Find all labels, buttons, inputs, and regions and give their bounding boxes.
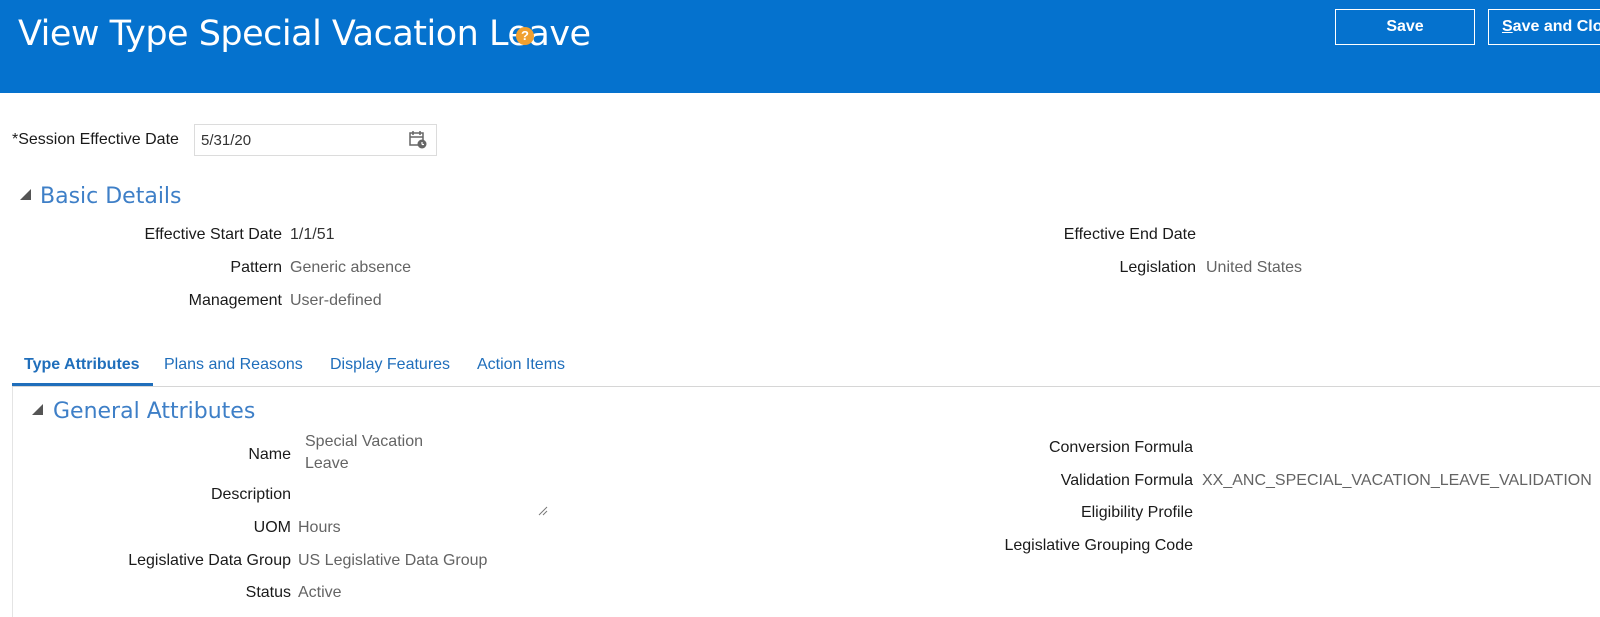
effective-end-date-label: Effective End Date (1063, 226, 1196, 243)
legislation-label: Legislation (1119, 259, 1197, 276)
collapse-triangle-icon[interactable] (32, 404, 43, 416)
description-label: Description (210, 486, 291, 503)
effective-start-date-value: 1/1/51 (290, 226, 335, 243)
tab-plans-and-reasons[interactable]: Plans and Reasons (164, 356, 303, 374)
eligibility-profile-label: Eligibility Profile (1080, 504, 1193, 521)
legislative-data-group-label: Legislative Data Group (128, 552, 291, 569)
session-effective-date-field[interactable] (194, 124, 437, 156)
collapse-triangle-icon[interactable] (20, 189, 31, 201)
pattern-label: Pattern (230, 259, 282, 276)
management-label: Management (188, 292, 282, 309)
pattern-value: Generic absence (290, 259, 411, 276)
calendar-icon[interactable] (408, 130, 428, 150)
active-tab-indicator (12, 383, 153, 386)
validation-formula-label: Validation Formula (1060, 472, 1193, 489)
description-textarea[interactable] (300, 490, 552, 520)
tab-display-features[interactable]: Display Features (330, 356, 450, 374)
general-attributes-title: General Attributes (53, 399, 256, 424)
save-and-close-button[interactable]: Save and Close (1488, 9, 1600, 45)
legislative-data-group-value: US Legislative Data Group (298, 552, 488, 569)
save-button[interactable]: Save (1335, 9, 1475, 45)
management-value: User-defined (290, 292, 382, 309)
basic-details-title: Basic Details (40, 184, 182, 209)
name-label: Name (248, 446, 291, 463)
legislative-grouping-code-label: Legislative Grouping Code (1004, 537, 1193, 554)
validation-formula-value: XX_ANC_SPECIAL_VACATION_LEAVE_VALIDATION (1202, 472, 1592, 489)
page-title: View Type Special Vacation Leave (18, 14, 591, 54)
legislation-value: United States (1206, 259, 1303, 276)
resize-grip-icon[interactable] (538, 506, 548, 516)
basic-details-toggle[interactable] (20, 186, 31, 204)
tab-type-attributes[interactable]: Type Attributes (24, 356, 140, 374)
name-value-line1: Special Vacation (305, 433, 423, 450)
session-effective-date-text: Session Effective Date (18, 131, 179, 148)
save-close-label: ave and Close (1512, 18, 1600, 35)
page-header: View Type Special Vacation Leave ? Save … (0, 0, 1600, 93)
conversion-formula-label: Conversion Formula (1048, 439, 1193, 456)
tab-action-items[interactable]: Action Items (477, 356, 565, 374)
name-value-line2: Leave (305, 455, 349, 472)
general-attributes-toggle[interactable] (32, 401, 43, 419)
tab-bar: Type Attributes Plans and Reasons Displa… (12, 348, 1600, 387)
effective-start-date-label: Effective Start Date (144, 226, 282, 243)
question-mark-icon[interactable]: ? (516, 27, 534, 45)
session-effective-date-input[interactable] (201, 129, 391, 151)
session-effective-date-label: *Session Effective Date (12, 131, 179, 149)
status-value: Active (298, 584, 342, 601)
save-close-accelerator: S (1502, 18, 1513, 35)
uom-value: Hours (298, 519, 341, 536)
uom-label: UOM (253, 519, 291, 536)
status-label: Status (245, 584, 291, 601)
